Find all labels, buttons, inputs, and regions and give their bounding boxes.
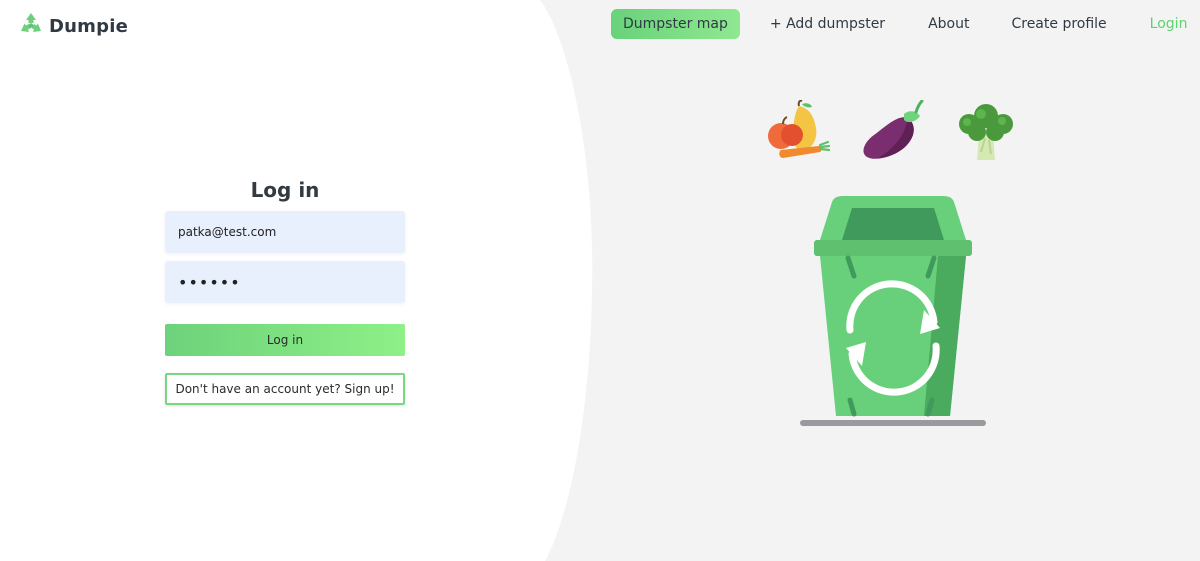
login-button[interactable]: Log in <box>165 324 405 356</box>
recycle-icon <box>18 11 44 41</box>
signup-button[interactable]: Don't have an account yet? Sign up! <box>165 373 405 405</box>
main-nav: Dumpster map + Add dumpster About Create… <box>611 9 1187 39</box>
broccoli-icon <box>955 102 1017 168</box>
brand-name: Dumpie <box>49 15 128 37</box>
login-title: Log in <box>250 178 320 202</box>
nav-about[interactable]: About <box>928 9 969 39</box>
brand[interactable]: Dumpie <box>18 11 128 41</box>
nav-create-profile[interactable]: Create profile <box>1011 9 1106 39</box>
fruits-icon <box>765 99 831 168</box>
nav-dumpster-map[interactable]: Dumpster map <box>611 9 740 39</box>
eggplant-icon <box>858 99 928 170</box>
password-field[interactable] <box>165 261 405 303</box>
recycling-bin-icon <box>798 194 988 434</box>
nav-login[interactable]: Login <box>1150 9 1188 39</box>
nav-add-dumpster[interactable]: + Add dumpster <box>770 9 885 39</box>
email-field[interactable] <box>165 211 405 253</box>
